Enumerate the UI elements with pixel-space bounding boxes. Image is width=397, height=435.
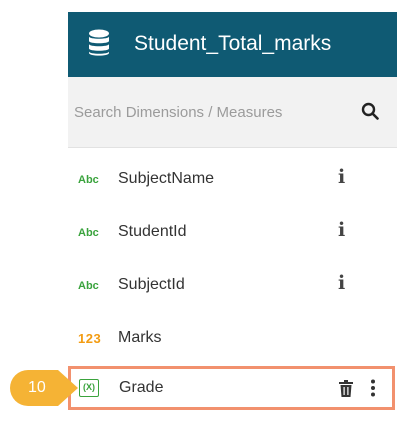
info-icon[interactable]: i <box>338 218 345 242</box>
field-label: Marks <box>118 329 162 346</box>
field-item-studentid[interactable]: Abc StudentId i <box>68 208 397 258</box>
database-icon <box>89 29 109 56</box>
step-number: 10 <box>28 379 46 396</box>
search-bar <box>68 77 397 148</box>
dataset-title: Student_Total_marks <box>134 32 332 55</box>
field-label: SubjectId <box>118 276 185 293</box>
trash-icon[interactable] <box>339 380 353 397</box>
search-input[interactable] <box>68 99 348 125</box>
search-icon[interactable] <box>361 102 379 120</box>
field-label: Grade <box>119 379 164 396</box>
dimension-type-icon: Abc <box>78 280 99 292</box>
field-item-subjectname[interactable]: Abc SubjectName i <box>68 155 397 205</box>
info-icon[interactable]: i <box>338 165 345 189</box>
dimensions-panel: Student_Total_marks Abc SubjectName i Ab… <box>68 0 397 435</box>
formula-type-icon: (X) <box>79 379 99 397</box>
dimension-type-icon: Abc <box>78 227 99 239</box>
more-vertical-icon[interactable] <box>370 379 376 397</box>
field-item-grade[interactable]: (X) Grade <box>68 366 395 410</box>
dimension-type-icon: Abc <box>78 174 99 186</box>
dataset-header: Student_Total_marks <box>68 12 397 77</box>
info-icon[interactable]: i <box>338 271 345 295</box>
field-label: SubjectName <box>118 170 215 187</box>
field-label: StudentId <box>118 223 187 240</box>
field-item-marks[interactable]: 123 Marks <box>68 314 397 364</box>
step-badge: 10 <box>10 370 80 406</box>
field-item-subjectid[interactable]: Abc SubjectId i <box>68 261 397 311</box>
measure-type-icon: 123 <box>78 331 102 346</box>
